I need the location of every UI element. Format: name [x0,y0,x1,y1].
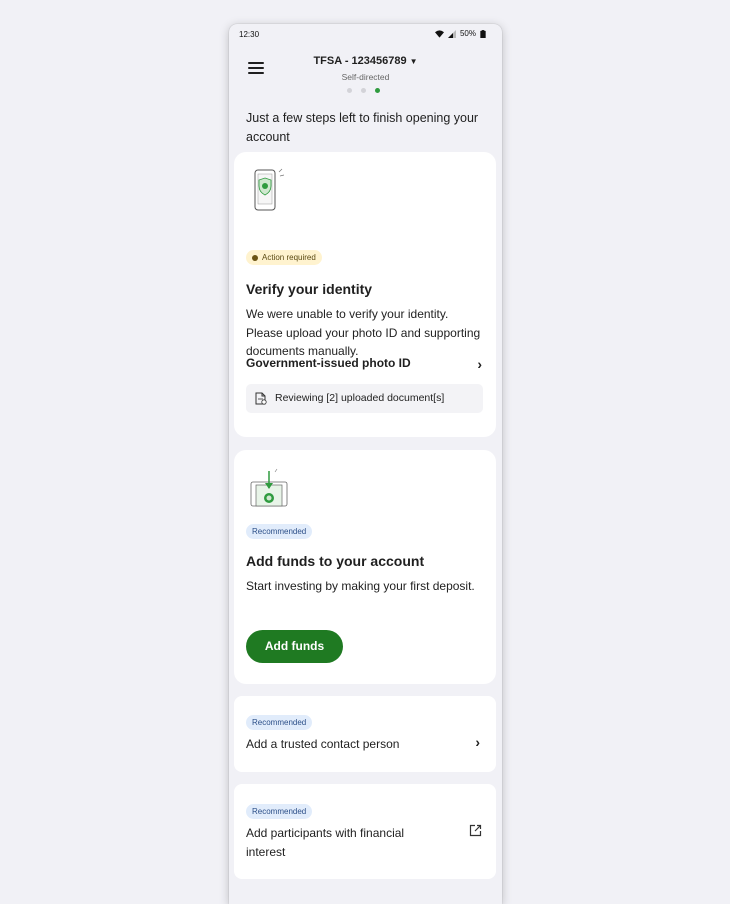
step-dot [347,88,352,93]
badge-label: Recommended [252,527,307,536]
status-time: 12:30 [239,30,260,39]
participants-label: Add participants with financial interest [246,826,405,859]
phone-screen: 12:30 50% TFSA - 123456789 ▼ Self-directe… [229,24,502,904]
battery-icon [480,29,486,38]
account-title: TFSA - 123456789 [313,55,407,67]
verify-identity-body: We were unable to verify your identity. … [246,307,481,358]
caret-down-icon: ▼ [409,57,418,66]
intro-text: Just a few steps left to finish opening … [246,111,479,144]
badge-label: Recommended [252,718,307,727]
document-icon [255,392,267,405]
alert-dot-icon [252,254,258,261]
add-funds-card: Recommended Add funds to your account St… [234,450,496,684]
document-status-box: Reviewing [2] uploaded document[s] [246,384,483,413]
money-deposit-icon [250,468,288,507]
step-indicator [347,88,380,93]
participants-card[interactable]: Recommended Add participants with financ… [234,784,496,879]
status-icons: 50% [434,29,486,38]
phone-shield-icon [254,168,285,211]
add-funds-title: Add funds to your account [246,553,425,569]
verify-identity-card: Action required Verify your identity We … [234,152,496,437]
photo-id-label: Government-issued photo ID [246,356,411,370]
photo-id-link[interactable]: Government-issued photo ID › [246,356,486,372]
chevron-right-icon: › [475,734,480,750]
badge-label: Action required [262,253,316,262]
verify-identity-title: Verify your identity [246,281,373,297]
action-required-badge: Action required [246,250,322,265]
add-funds-button[interactable]: Add funds [246,630,343,663]
app-header: TFSA - 123456789 ▼ Self-directed [229,50,502,100]
battery-percent: 50% [459,29,476,38]
chevron-right-icon: › [477,356,482,372]
external-link-icon [469,824,482,837]
signal-icon [447,29,456,38]
trusted-contact-label: Add a trusted contact person [246,737,400,751]
document-status-text: Reviewing [2] uploaded document[s] [275,392,445,404]
step-dot-active [375,88,380,93]
recommended-badge: Recommended [246,804,313,819]
step-dot [361,88,366,93]
account-selector[interactable]: TFSA - 123456789 ▼ [229,55,502,67]
status-bar: 12:30 50% [229,24,502,46]
recommended-badge: Recommended [246,715,313,730]
wifi-icon [434,29,444,38]
add-funds-body: Start investing by making your first dep… [246,579,475,593]
recommended-badge: Recommended [246,524,313,539]
badge-label: Recommended [252,807,307,816]
trusted-contact-card[interactable]: Recommended Add a trusted contact person… [234,696,496,772]
account-subtitle: Self-directed [341,72,390,82]
